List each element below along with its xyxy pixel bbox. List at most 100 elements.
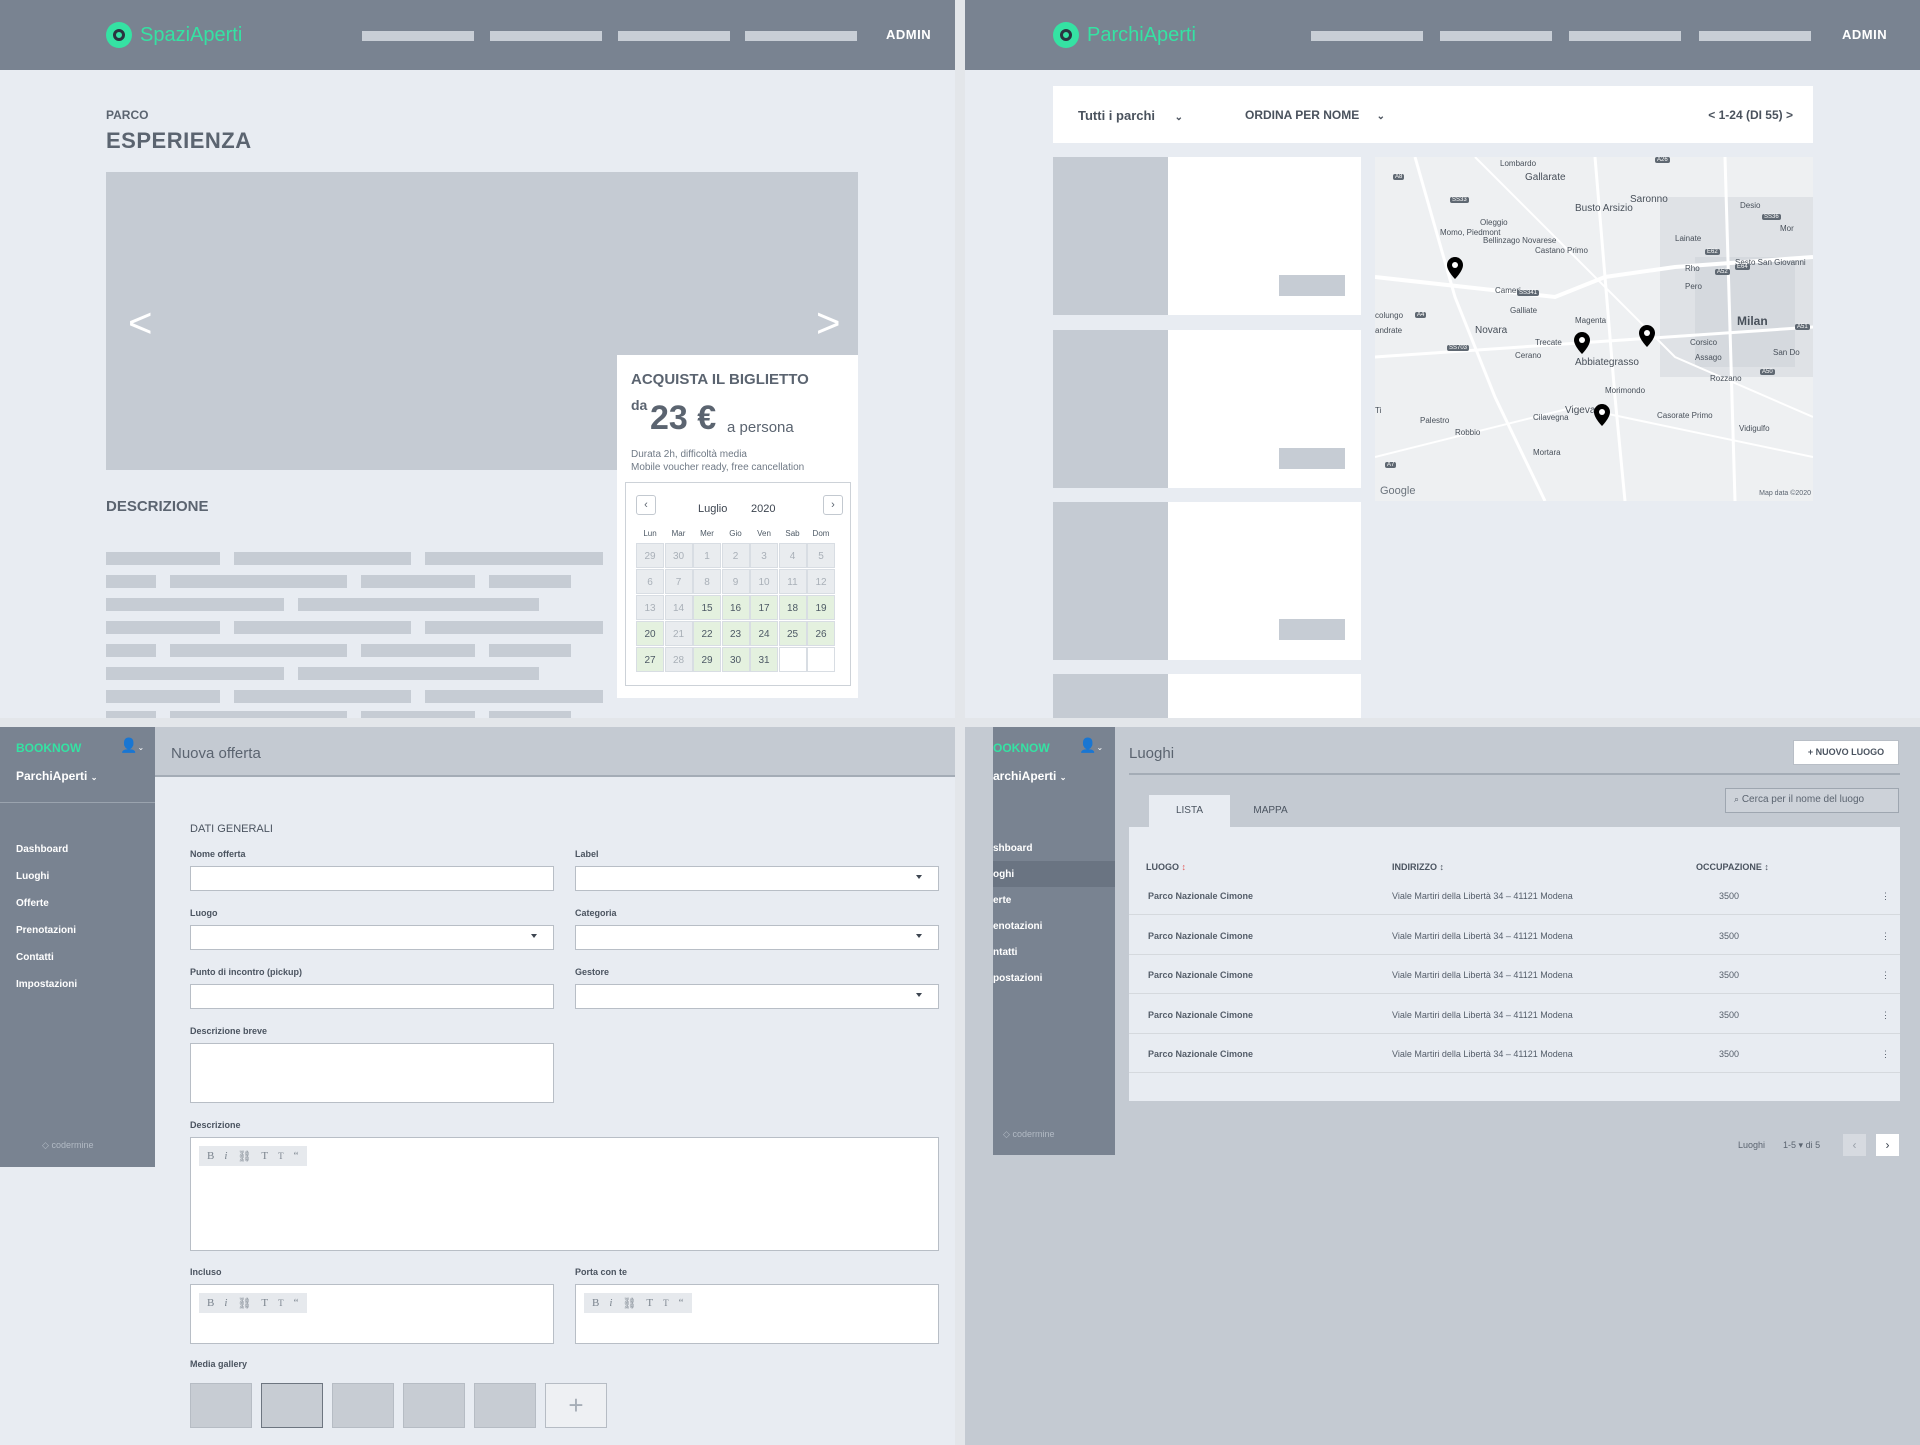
bold-icon[interactable]: B	[592, 1297, 599, 1309]
nav-link-placeholder[interactable]	[490, 31, 602, 41]
sidebar-item-luoghi[interactable]: oghi	[993, 869, 1014, 880]
bold-icon[interactable]: B	[207, 1150, 214, 1162]
org-selector[interactable]: archiAperti ⌄	[993, 769, 1066, 783]
bold-icon[interactable]: B	[207, 1297, 214, 1309]
nav-link-placeholder[interactable]	[1569, 31, 1681, 41]
more-options-icon[interactable]: ⋮	[1881, 1010, 1890, 1021]
category-select[interactable]	[575, 925, 939, 950]
more-options-icon[interactable]: ⋮	[1881, 931, 1890, 942]
included-editor[interactable]: Bi ⛓ T T “	[190, 1284, 554, 1344]
table-row[interactable]: Parco Nazionale Cimone Viale Martiri dell…	[1129, 916, 1900, 955]
link-icon[interactable]: ⛓	[237, 1297, 251, 1310]
calendar-day[interactable]: 26	[807, 621, 835, 646]
admin-link[interactable]: ADMIN	[1842, 27, 1887, 42]
nav-link-placeholder[interactable]	[1699, 31, 1811, 41]
table-row[interactable]: Parco Nazionale Cimone Viale Martiri dell…	[1129, 995, 1900, 1034]
media-thumbnail[interactable]	[403, 1383, 465, 1428]
nav-link-placeholder[interactable]	[1311, 31, 1423, 41]
calendar-day[interactable]: 23	[721, 621, 750, 646]
nav-link-placeholder[interactable]	[362, 31, 474, 41]
sidebar-item-dashboard[interactable]: Dashboard	[16, 844, 68, 855]
sidebar-item-luoghi[interactable]: Luoghi	[16, 871, 49, 882]
sort-select[interactable]: ORDINA PER NOME ⌄	[1245, 108, 1385, 122]
italic-icon[interactable]: i	[609, 1297, 612, 1309]
chevron-right-icon[interactable]: >	[816, 302, 841, 344]
media-thumbnail[interactable]	[261, 1383, 323, 1428]
next-page-button[interactable]: ›	[1876, 1134, 1899, 1156]
brand-logo[interactable]: SpaziAperti	[106, 22, 242, 48]
bring-with-you-editor[interactable]: Bi ⛓ T T “	[575, 1284, 939, 1344]
quote-icon[interactable]: “	[294, 1297, 299, 1309]
calendar-day[interactable]: 27	[636, 647, 664, 672]
calendar-day[interactable]: 16	[721, 595, 750, 620]
calendar-day[interactable]: 18	[778, 595, 807, 620]
media-thumbnail[interactable]	[332, 1383, 394, 1428]
table-row[interactable]: Parco Nazionale Cimone Viale Martiri dell…	[1129, 1034, 1900, 1073]
table-row[interactable]: Parco Nazionale Cimone Viale Martiri dell…	[1129, 955, 1900, 994]
heading-small-icon[interactable]: T	[663, 1298, 669, 1308]
more-options-icon[interactable]: ⋮	[1881, 891, 1890, 902]
link-icon[interactable]: ⛓	[237, 1150, 251, 1163]
chevron-left-icon[interactable]: <	[128, 302, 153, 344]
pickup-input[interactable]	[190, 984, 554, 1009]
next-month-button[interactable]: ›	[823, 495, 843, 515]
user-icon[interactable]: 👤⌄	[1079, 737, 1103, 754]
sidebar-item-impostazioni[interactable]: Impostazioni	[16, 979, 77, 990]
description-editor[interactable]: Bi ⛓ T T “	[190, 1137, 939, 1251]
pagination-range[interactable]: 1-5 ▾ di 5	[1783, 1140, 1820, 1151]
tab-mappa[interactable]: MAPPA	[1230, 795, 1311, 827]
calendar-day[interactable]: 15	[693, 595, 721, 620]
park-filter-select[interactable]: Tutti i parchi ⌄	[1078, 108, 1183, 123]
add-media-button[interactable]: +	[545, 1383, 607, 1428]
column-header[interactable]: INDIRIZZO ↕	[1392, 862, 1444, 872]
calendar-day[interactable]: 22	[693, 621, 721, 646]
sidebar-item-offerte[interactable]: erte	[993, 895, 1011, 906]
more-options-icon[interactable]: ⋮	[1881, 970, 1890, 981]
quote-icon[interactable]: “	[294, 1150, 299, 1162]
media-thumbnail[interactable]	[190, 1383, 252, 1428]
nav-link-placeholder[interactable]	[1440, 31, 1552, 41]
calendar-day[interactable]: 30	[721, 647, 750, 672]
place-select[interactable]	[190, 925, 554, 950]
sidebar-item-impostazioni[interactable]: postazioni	[993, 973, 1042, 984]
new-place-button[interactable]: + NUOVO LUOGO	[1793, 740, 1899, 765]
column-header[interactable]: OCCUPAZIONE ↕	[1696, 862, 1769, 872]
org-selector[interactable]: ParchiAperti ⌄	[16, 769, 97, 783]
user-icon[interactable]: 👤⌄	[120, 737, 144, 754]
nav-link-placeholder[interactable]	[618, 31, 730, 41]
admin-link[interactable]: ADMIN	[886, 27, 931, 42]
more-options-icon[interactable]: ⋮	[1881, 1049, 1890, 1060]
sidebar-item-contatti[interactable]: ntatti	[993, 947, 1017, 958]
parks-map[interactable]: Lombardo Gallarate Saronno Desio Busto Arsiz…	[1375, 157, 1813, 501]
label-select[interactable]	[575, 866, 939, 891]
map-pin-icon[interactable]	[1447, 257, 1463, 279]
map-pin-icon[interactable]	[1639, 325, 1655, 347]
tab-lista[interactable]: LISTA	[1149, 795, 1230, 827]
prev-month-button[interactable]: ‹	[636, 495, 656, 515]
calendar-day[interactable]: 24	[750, 621, 778, 646]
map-pin-icon[interactable]	[1574, 332, 1590, 354]
calendar-day[interactable]: 17	[750, 595, 778, 620]
link-icon[interactable]: ⛓	[622, 1297, 636, 1310]
heading-icon[interactable]: T	[646, 1297, 653, 1309]
italic-icon[interactable]: i	[224, 1150, 227, 1162]
calendar-day[interactable]: 25	[778, 621, 807, 646]
heading-small-icon[interactable]: T	[278, 1151, 284, 1161]
manager-select[interactable]	[575, 984, 939, 1009]
sidebar-item-contatti[interactable]: Contatti	[16, 952, 54, 963]
sidebar-item-dashboard[interactable]: shboard	[993, 843, 1032, 854]
sidebar-item-prenotazioni[interactable]: Prenotazioni	[16, 925, 76, 936]
column-header[interactable]: LUOGO ↕	[1146, 862, 1186, 872]
short-description-textarea[interactable]	[190, 1043, 554, 1103]
pagination[interactable]: < 1-24 (DI 55) >	[1708, 108, 1793, 122]
search-input[interactable]: ⌕ Cerca per il nome del luogo	[1725, 788, 1899, 813]
calendar-day[interactable]: 19	[807, 595, 835, 620]
sidebar-item-offerte[interactable]: Offerte	[16, 898, 49, 909]
map-pin-icon[interactable]	[1594, 404, 1610, 426]
calendar-day[interactable]: 20	[636, 621, 664, 646]
brand-logo[interactable]: ParchiAperti	[1053, 22, 1196, 48]
heading-small-icon[interactable]: T	[278, 1298, 284, 1308]
italic-icon[interactable]: i	[224, 1297, 227, 1309]
calendar-day[interactable]: 29	[693, 647, 721, 672]
quote-icon[interactable]: “	[679, 1297, 684, 1309]
